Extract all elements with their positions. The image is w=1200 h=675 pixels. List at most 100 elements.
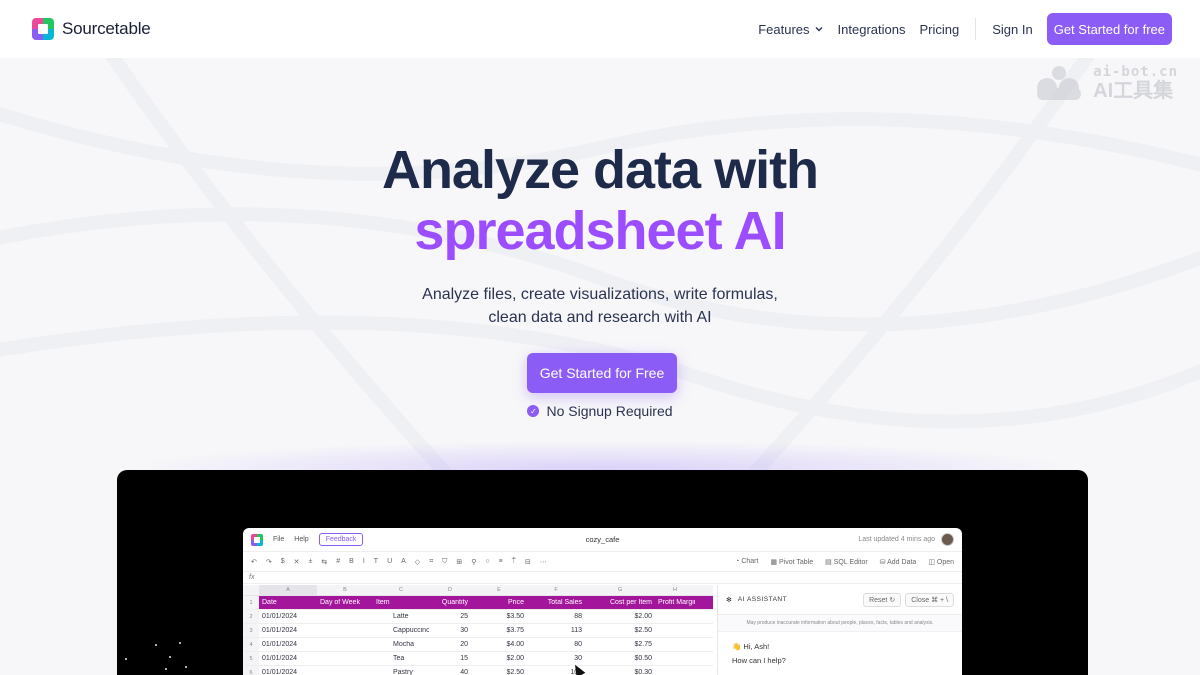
table-cell[interactable]: Pastry [373, 669, 429, 675]
table-cell[interactable]: $2.50 [585, 627, 655, 634]
table-cell[interactable]: $0.30 [585, 669, 655, 675]
table-cell[interactable]: Tea [373, 655, 429, 662]
wrap-icon[interactable]: ⊟ [525, 558, 531, 566]
table-cell[interactable]: 30 [429, 627, 471, 634]
header-cell[interactable]: Price [471, 599, 527, 606]
open-button[interactable]: ◫ Open [928, 558, 954, 566]
col-f[interactable]: F [527, 585, 585, 595]
table-cell[interactable]: $2.00 [471, 655, 527, 662]
feedback-button[interactable]: Feedback [318, 533, 364, 546]
table-cell[interactable]: $2.50 [471, 669, 527, 675]
brand-logo[interactable]: Sourcetable [32, 18, 151, 40]
table-icon[interactable]: ⊞ [456, 558, 462, 566]
decimal-decrease-icon[interactable]: ± [309, 558, 313, 565]
table-cell[interactable]: $2.00 [585, 613, 655, 620]
ai-disclaimer: May produce inaccurate information about… [718, 615, 962, 632]
table-cell[interactable]: 01/01/2024 [259, 613, 317, 620]
table-cell[interactable]: 113 [527, 627, 585, 634]
header-cell[interactable]: Quantity [429, 599, 471, 606]
col-c[interactable]: C [373, 585, 429, 595]
redo-icon[interactable]: ↷ [266, 558, 272, 566]
table-row: 6 01/01/2024 Pastry 40 $2.50 100 $0.30 [243, 666, 713, 675]
row-number[interactable]: 4 [243, 638, 259, 651]
nav-features[interactable]: Features [758, 22, 823, 37]
add-data-button[interactable]: ⛁ Add Data [880, 558, 917, 566]
row-number[interactable]: 5 [243, 652, 259, 665]
valign-icon[interactable]: ⍑ [512, 558, 516, 566]
align-icon[interactable]: ≡ [499, 558, 503, 565]
chart-button[interactable]: ◔ Chart [735, 558, 758, 566]
formula-bar[interactable]: fx [243, 572, 962, 584]
row-number[interactable]: 2 [243, 610, 259, 623]
col-g[interactable]: G [585, 585, 655, 595]
comment-icon[interactable]: ○ [485, 558, 489, 565]
table-cell[interactable]: 25 [429, 613, 471, 620]
table-cell[interactable]: 40 [429, 669, 471, 675]
nav-pricing[interactable]: Pricing [919, 22, 959, 37]
reset-button[interactable]: Reset ↻ [863, 592, 902, 607]
percent-icon[interactable]: ✕ [294, 558, 300, 566]
underline-icon[interactable]: U [387, 558, 392, 565]
currency-icon[interactable]: $ [281, 558, 285, 565]
header-cell[interactable]: Cost per Item [585, 599, 655, 606]
borders-icon[interactable]: ⌗ [429, 558, 433, 566]
table-cell[interactable]: 20 [429, 641, 471, 648]
table-cell[interactable]: $3.75 [471, 627, 527, 634]
table-cell[interactable]: $4.00 [471, 641, 527, 648]
link-icon[interactable]: ⚲ [471, 558, 476, 566]
bold-icon[interactable]: B [349, 558, 354, 565]
table-cell[interactable]: 01/01/2024 [259, 627, 317, 634]
table-cell[interactable]: 01/01/2024 [259, 655, 317, 662]
table-cell[interactable]: $2.75 [585, 641, 655, 648]
table-cell[interactable]: 15 [429, 655, 471, 662]
close-button[interactable]: Close ⌘ + \ [905, 592, 954, 607]
nav-integrations[interactable]: Integrations [838, 22, 906, 37]
close-shortcut: ⌘ + \ [931, 596, 948, 604]
table-cell[interactable]: $0.50 [585, 655, 655, 662]
get-started-hero-button[interactable]: Get Started for Free [527, 353, 677, 393]
col-d[interactable]: D [429, 585, 471, 595]
table-cell[interactable]: Latte [373, 613, 429, 620]
header-cell[interactable]: Total Sales [527, 599, 585, 606]
strikethrough-icon[interactable]: T [374, 558, 378, 565]
row-number[interactable]: 6 [243, 666, 259, 675]
col-a[interactable]: A [259, 585, 317, 595]
table-cell[interactable]: 30 [527, 655, 585, 662]
more-icon[interactable]: ⋯ [540, 558, 547, 566]
col-h[interactable]: H [655, 585, 695, 595]
shield-icon[interactable]: ⛉ [442, 558, 447, 566]
table-cell[interactable]: 88 [527, 613, 585, 620]
brand-name: Sourcetable [62, 19, 151, 38]
sign-in-link[interactable]: Sign In [992, 22, 1032, 37]
table-cell[interactable]: $3.50 [471, 613, 527, 620]
table-cell[interactable]: Mocha [373, 641, 429, 648]
decimal-increase-icon[interactable]: ⇆ [321, 558, 327, 566]
pivot-table-button[interactable]: ▦ Pivot Table [770, 558, 813, 566]
row-number[interactable]: 3 [243, 624, 259, 637]
row-number[interactable]: 1 [243, 596, 259, 609]
undo-icon[interactable]: ↶ [251, 558, 257, 566]
menu-help[interactable]: Help [294, 536, 308, 543]
col-b[interactable]: B [317, 585, 373, 595]
header-cell[interactable]: Profit Margin [655, 599, 695, 606]
col-e[interactable]: E [471, 585, 527, 595]
menu-file[interactable]: File [273, 536, 284, 543]
number-format-icon[interactable]: # [336, 558, 340, 565]
header-cell[interactable]: Day of Week [317, 599, 373, 606]
table-cell[interactable]: Cappuccino [373, 627, 429, 634]
text-color-icon[interactable]: A [401, 558, 406, 565]
table-cell[interactable]: 01/01/2024 [259, 641, 317, 648]
sql-editor-button[interactable]: ▤ SQL Editor [825, 558, 868, 566]
table-cell[interactable]: 01/01/2024 [259, 669, 317, 675]
get-started-nav-button[interactable]: Get Started for free [1046, 13, 1172, 45]
fill-color-icon[interactable]: ◇ [415, 558, 420, 566]
header-cell[interactable]: Item [373, 599, 429, 606]
nav-divider [975, 18, 977, 40]
ai-assistant-panel: ✻ AI ASSISTANT Reset ↻ Close ⌘ + \ May p… [717, 585, 962, 675]
fx-label: fx [249, 574, 255, 581]
header-cell[interactable]: Date [259, 599, 317, 606]
close-label: Close [911, 596, 930, 604]
italic-icon[interactable]: I [363, 558, 365, 565]
avatar[interactable] [941, 533, 954, 546]
table-cell[interactable]: 80 [527, 641, 585, 648]
